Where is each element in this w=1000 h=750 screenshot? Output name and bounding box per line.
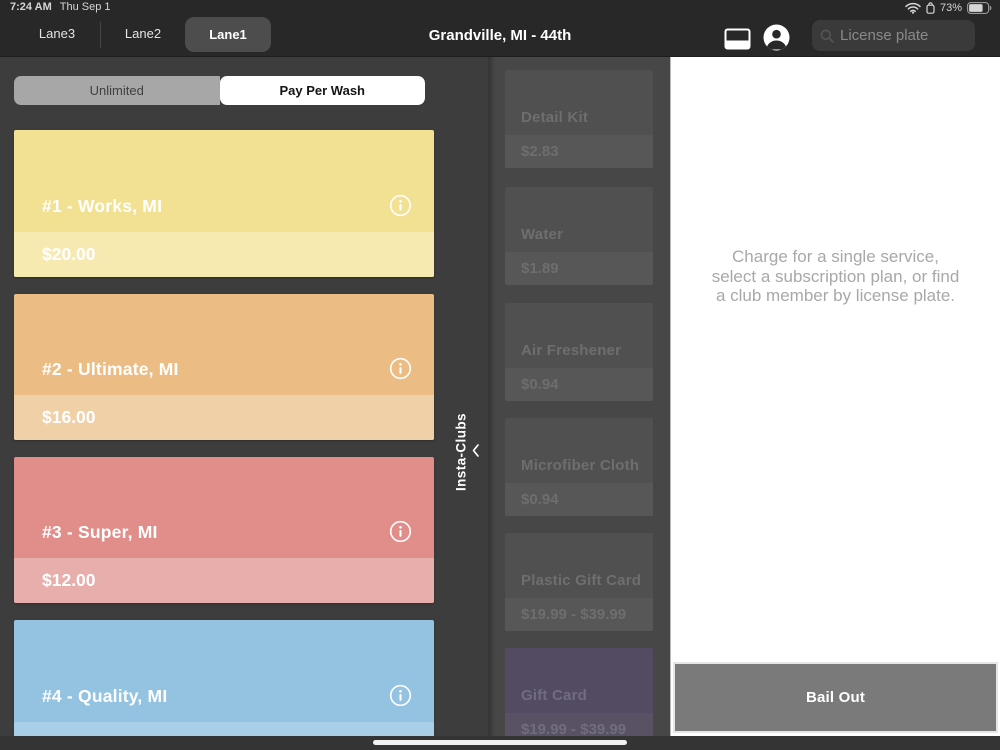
wash-card-1-name: #1 - Works, MI: [42, 196, 163, 216]
bottom-bar: [0, 736, 1000, 750]
status-time: 7:24 AM: [10, 1, 52, 13]
status-date: Thu Sep 1: [59, 1, 111, 13]
club-item-price: $19.99 - $39.99: [521, 606, 627, 623]
wash-card-1-main: #1 - Works, MI: [14, 130, 434, 232]
empty-state-line-2: select a subscription plan, or find: [711, 266, 960, 286]
tab-lane2-label: Lane2: [124, 26, 162, 41]
status-bar-right: 73%: [905, 2, 992, 14]
info-icon[interactable]: [389, 194, 412, 217]
club-item-price: $0.94: [521, 491, 559, 508]
lane-tab-divider: [100, 22, 101, 48]
top-bar: 7:24 AM Thu Sep 1 73% Lane3 Lane2 Lane1 …: [0, 0, 1000, 57]
club-item-water: Water $1.89: [505, 187, 653, 285]
wash-card-4-price-band: [14, 722, 434, 736]
club-item-name: Microfiber Cloth: [521, 457, 640, 474]
wash-card-4[interactable]: #4 - Quality, MI: [14, 620, 434, 736]
insta-clubs-column-dimmed: Detail Kit $2.83 Water $1.89 Air Freshen…: [488, 57, 670, 736]
wash-card-2-name: #2 - Ultimate, MI: [42, 359, 179, 379]
lock-icon: [926, 2, 935, 14]
info-icon[interactable]: [389, 357, 412, 380]
tab-lane3-label: Lane3: [38, 26, 76, 41]
cash-drawer-button[interactable]: [722, 24, 752, 54]
wash-card-2-price: $16.00: [42, 407, 96, 427]
battery-icon: [967, 2, 992, 14]
wash-card-4-name: #4 - Quality, MI: [42, 686, 168, 706]
tab-lane3[interactable]: Lane3: [18, 14, 96, 54]
insta-clubs-label: Insta-Clubs: [453, 413, 469, 491]
wash-type-segmented-control: Unlimited Pay Per Wash: [14, 76, 425, 105]
club-item-air-freshener: Air Freshener $0.94: [505, 303, 653, 401]
empty-state-message: Charge for a single service, select a su…: [671, 247, 1000, 306]
account-icon: [763, 24, 789, 50]
status-bar-left: 7:24 AM Thu Sep 1: [10, 1, 111, 13]
club-item-microfiber-cloth: Microfiber Cloth $0.94: [505, 418, 653, 516]
segment-pay-per-wash-label: Pay Per Wash: [279, 83, 365, 98]
wash-card-1[interactable]: #1 - Works, MI $20.00: [14, 130, 434, 277]
wash-card-2-price-band: $16.00: [14, 395, 434, 440]
search-icon: [820, 29, 834, 43]
wash-card-3[interactable]: #3 - Super, MI $12.00: [14, 457, 434, 603]
wash-card-3-price: $12.00: [42, 570, 96, 590]
wash-card-2[interactable]: #2 - Ultimate, MI $16.00: [14, 294, 434, 440]
club-item-detail-kit: Detail Kit $2.83: [505, 70, 653, 168]
club-item-price: $2.83: [521, 143, 559, 160]
bail-out-button[interactable]: Bail Out: [673, 662, 998, 733]
club-item-price: $19.99 - $39.99: [521, 721, 627, 736]
club-item-name: Plastic Gift Card: [521, 572, 642, 589]
wash-card-3-main: #3 - Super, MI: [14, 457, 434, 558]
wash-card-2-main: #2 - Ultimate, MI: [14, 294, 434, 395]
club-item-plastic-gift-card: Plastic Gift Card $19.99 - $39.99: [505, 533, 653, 631]
tab-lane2[interactable]: Lane2: [104, 14, 182, 54]
club-item-price: $0.94: [521, 376, 559, 393]
club-item-name: Detail Kit: [521, 109, 589, 126]
insta-clubs-drawer-handle[interactable]: Insta-Clubs: [446, 387, 486, 517]
empty-state-line-1: Charge for a single service,: [732, 247, 939, 266]
info-icon[interactable]: [389, 684, 412, 707]
battery-percent: 73%: [939, 2, 962, 14]
bail-out-label: Bail Out: [805, 689, 866, 706]
license-plate-input[interactable]: [840, 27, 967, 44]
wash-card-1-price: $20.00: [42, 244, 96, 264]
tab-lane1-selected[interactable]: Lane1: [185, 17, 271, 52]
empty-state-line-3: a club member by license plate.: [715, 286, 956, 305]
wash-card-1-price-band: $20.00: [14, 232, 434, 277]
segment-unlimited[interactable]: Unlimited: [14, 76, 220, 105]
club-item-name: Gift Card: [521, 687, 587, 704]
segment-unlimited-label: Unlimited: [89, 83, 144, 98]
checkout-panel: Charge for a single service, select a su…: [670, 57, 1000, 736]
pos-app: 7:24 AM Thu Sep 1 73% Lane3 Lane2 Lane1 …: [0, 0, 1000, 750]
club-item-price: $1.89: [521, 260, 559, 277]
wash-card-3-name: #3 - Super, MI: [42, 522, 158, 542]
club-item-name: Air Freshener: [521, 342, 622, 359]
info-icon[interactable]: [389, 520, 412, 543]
account-button[interactable]: [761, 22, 791, 52]
wash-card-4-main: #4 - Quality, MI: [14, 620, 434, 722]
cash-drawer-icon: [724, 28, 750, 49]
license-plate-search[interactable]: [812, 20, 975, 51]
club-item-name: Water: [521, 226, 564, 243]
wash-list-panel[interactable]: Unlimited Pay Per Wash #1 - Works, MI $2…: [0, 57, 488, 736]
wash-card-3-price-band: $12.00: [14, 558, 434, 603]
home-indicator[interactable]: [373, 740, 627, 745]
segment-pay-per-wash[interactable]: Pay Per Wash: [219, 76, 425, 105]
wifi-icon: [905, 2, 921, 14]
club-item-gift-card: Gift Card $19.99 - $39.99: [505, 648, 653, 736]
tab-lane1-label: Lane1: [209, 27, 247, 42]
column-edge-shadow: [488, 57, 495, 736]
chevron-left-icon: [472, 444, 479, 457]
